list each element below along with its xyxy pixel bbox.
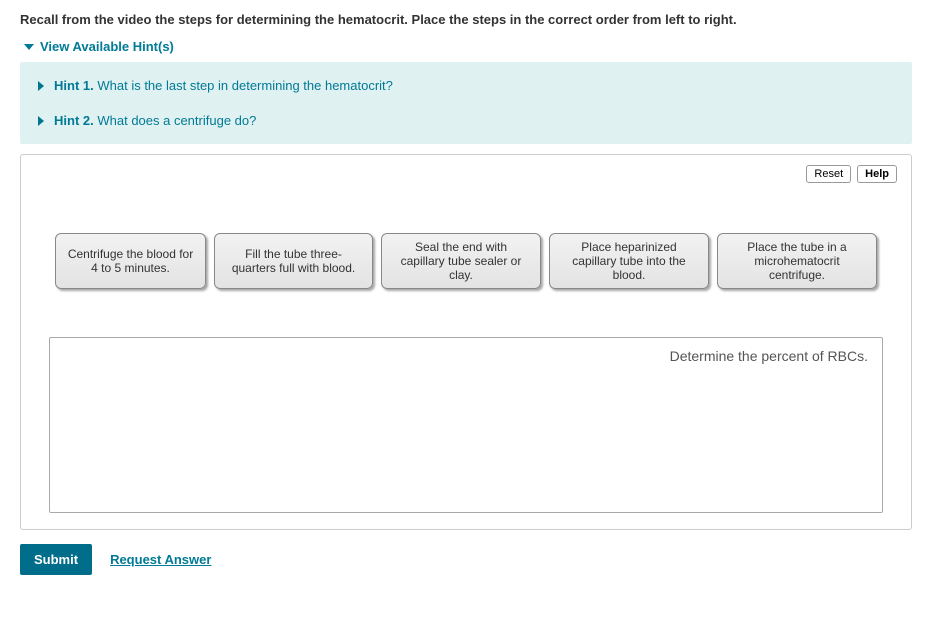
dropzone[interactable]: Determine the percent of RBCs. bbox=[49, 337, 883, 513]
tiles-source: Centrifuge the blood for 4 to 5 minutes.… bbox=[35, 233, 897, 289]
draggable-tile[interactable]: Seal the end with capillary tube sealer … bbox=[381, 233, 541, 289]
hints-toggle[interactable]: View Available Hint(s) bbox=[24, 39, 912, 54]
dropzone-placeholder: Determine the percent of RBCs. bbox=[670, 348, 868, 364]
footer: Submit Request Answer bbox=[20, 544, 912, 575]
hint-number: Hint 2. bbox=[54, 113, 94, 128]
question-text: Recall from the video the steps for dete… bbox=[20, 12, 912, 27]
hint-text: What is the last step in determining the… bbox=[97, 78, 393, 93]
toolbar: Reset Help bbox=[35, 165, 897, 183]
help-button[interactable]: Help bbox=[857, 165, 897, 183]
hints-toggle-label: View Available Hint(s) bbox=[40, 39, 174, 54]
reset-button[interactable]: Reset bbox=[806, 165, 851, 183]
submit-button[interactable]: Submit bbox=[20, 544, 92, 575]
hint-row[interactable]: Hint 1. What is the last step in determi… bbox=[20, 68, 912, 103]
draggable-tile[interactable]: Centrifuge the blood for 4 to 5 minutes. bbox=[55, 233, 206, 289]
hint-text: What does a centrifuge do? bbox=[97, 113, 256, 128]
request-answer-link[interactable]: Request Answer bbox=[110, 552, 211, 567]
draggable-tile[interactable]: Place the tube in a microhematocrit cent… bbox=[717, 233, 877, 289]
caret-right-icon bbox=[38, 116, 44, 126]
draggable-tile[interactable]: Place heparinized capillary tube into th… bbox=[549, 233, 709, 289]
caret-right-icon bbox=[38, 81, 44, 91]
draggable-tile[interactable]: Fill the tube three-quarters full with b… bbox=[214, 233, 373, 289]
interaction-area: Reset Help Centrifuge the blood for 4 to… bbox=[20, 154, 912, 530]
hint-row[interactable]: Hint 2. What does a centrifuge do? bbox=[20, 103, 912, 138]
caret-down-icon bbox=[24, 44, 34, 50]
hint-number: Hint 1. bbox=[54, 78, 94, 93]
hints-panel: Hint 1. What is the last step in determi… bbox=[20, 62, 912, 144]
